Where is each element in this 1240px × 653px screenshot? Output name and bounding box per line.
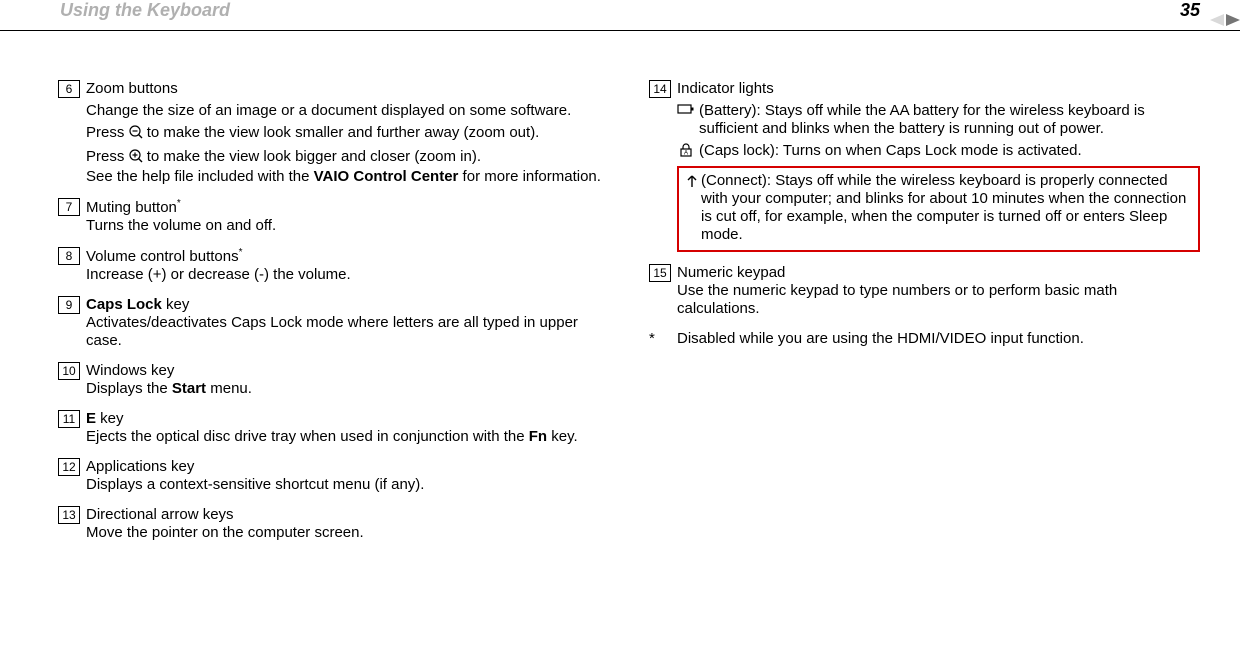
- nav-next-icon: [1226, 14, 1240, 26]
- num-13: 13: [58, 506, 80, 524]
- txt: Volume control buttons: [86, 248, 239, 265]
- txt: (Caps lock): Turns on when Caps Lock mod…: [699, 142, 1082, 159]
- footnote-star: *: [649, 330, 655, 349]
- item-7-desc: Turns the volume on and off.: [86, 217, 609, 235]
- txt: (Connect): Stays off while the wireless …: [701, 172, 1186, 243]
- footnote-star: *: [239, 247, 243, 258]
- num-8: 8: [58, 247, 80, 265]
- txt: menu.: [206, 380, 252, 397]
- nav-prev-icon: [1210, 14, 1224, 26]
- item-6-p4: See the help file included with the VAIO…: [86, 168, 609, 186]
- item-15: 15 Numeric keypad Use the numeric keypad…: [649, 264, 1200, 318]
- txt-bold: Start: [172, 380, 206, 397]
- txt: Press: [86, 124, 129, 141]
- item-14-title: Indicator lights: [677, 80, 774, 97]
- item-6-title: Zoom buttons: [86, 80, 609, 98]
- txt: key.: [547, 428, 578, 445]
- right-column: 14 Indicator lights (Battery): Stays off…: [649, 80, 1200, 643]
- txt: Muting button: [86, 199, 177, 216]
- num-11: 11: [58, 410, 80, 428]
- battery-icon: [677, 103, 695, 115]
- item-11-desc: Ejects the optical disc drive tray when …: [86, 428, 609, 446]
- item-13-title: Directional arrow keys: [86, 506, 234, 523]
- item-6-p2: Press to make the view look smaller and …: [86, 124, 609, 144]
- item-8: 8 Volume control buttons* Increase (+) o…: [58, 247, 609, 284]
- item-11: 11 E key Ejects the optical disc drive t…: [58, 410, 609, 446]
- item-15-desc: Use the numeric keypad to type numbers o…: [677, 282, 1200, 318]
- svg-text:A: A: [684, 151, 688, 157]
- txt: key: [96, 410, 124, 427]
- txt: key: [162, 296, 190, 313]
- item-6: 6 Zoom buttons Change the size of an ima…: [58, 80, 609, 186]
- num-10: 10: [58, 362, 80, 380]
- page-number: 35: [1180, 0, 1200, 21]
- connect-icon: [683, 173, 701, 187]
- item-9-title: Caps Lock key: [86, 296, 189, 313]
- num-12: 12: [58, 458, 80, 476]
- indicator-caps: A (Caps lock): Turns on when Caps Lock m…: [677, 142, 1200, 160]
- txt: Press: [86, 148, 129, 165]
- item-7: 7 Muting button* Turns the volume on and…: [58, 198, 609, 235]
- page-header: Using the Keyboard 35: [0, 0, 1240, 24]
- item-13-desc: Move the pointer on the computer screen.: [86, 524, 609, 542]
- txt: (Battery): Stays off while the AA batter…: [699, 102, 1145, 137]
- txt-bold: Caps Lock: [86, 296, 162, 313]
- item-10: 10 Windows key Displays the Start menu.: [58, 362, 609, 398]
- footnote: * Disabled while you are using the HDMI/…: [649, 330, 1200, 349]
- item-8-desc: Increase (+) or decrease (-) the volume.: [86, 266, 609, 284]
- footnote-text: Disabled while you are using the HDMI/VI…: [677, 330, 1084, 347]
- section-title: Using the Keyboard: [60, 0, 230, 21]
- txt-bold: Fn: [529, 428, 547, 445]
- item-13: 13 Directional arrow keys Move the point…: [58, 506, 609, 542]
- zoom-in-icon: [129, 149, 143, 168]
- txt: Displays the: [86, 380, 172, 397]
- left-column: 6 Zoom buttons Change the size of an ima…: [58, 80, 609, 643]
- item-12: 12 Applications key Displays a context-s…: [58, 458, 609, 494]
- item-6-p3: Press to make the view look bigger and c…: [86, 148, 609, 168]
- txt-bold: VAIO Control Center: [314, 168, 459, 185]
- item-12-title: Applications key: [86, 458, 194, 475]
- txt: See the help file included with the: [86, 168, 314, 185]
- item-12-desc: Displays a context-sensitive shortcut me…: [86, 476, 609, 494]
- indicator-battery: (Battery): Stays off while the AA batter…: [677, 102, 1200, 138]
- indicator-connect-highlight: (Connect): Stays off while the wireless …: [677, 166, 1200, 252]
- item-11-title: E key: [86, 410, 124, 427]
- zoom-out-icon: [129, 125, 143, 144]
- item-15-title: Numeric keypad: [677, 264, 785, 281]
- txt: to make the view look smaller and furthe…: [147, 124, 540, 141]
- item-14: 14 Indicator lights (Battery): Stays off…: [649, 80, 1200, 252]
- num-6: 6: [58, 80, 80, 98]
- item-8-title: Volume control buttons*: [86, 248, 243, 265]
- txt: to make the view look bigger and closer …: [147, 148, 481, 165]
- caps-lock-icon: A: [677, 143, 695, 157]
- item-7-title: Muting button*: [86, 199, 181, 216]
- item-9-desc: Activates/deactivates Caps Lock mode whe…: [86, 314, 609, 350]
- num-7: 7: [58, 198, 80, 216]
- num-14: 14: [649, 80, 671, 98]
- txt: Ejects the optical disc drive tray when …: [86, 428, 529, 445]
- item-6-p1: Change the size of an image or a documen…: [86, 102, 609, 120]
- item-9: 9 Caps Lock key Activates/deactivates Ca…: [58, 296, 609, 350]
- num-15: 15: [649, 264, 671, 282]
- item-10-desc: Displays the Start menu.: [86, 380, 609, 398]
- footnote-star: *: [177, 198, 181, 209]
- num-9: 9: [58, 296, 80, 314]
- content-body: 6 Zoom buttons Change the size of an ima…: [58, 80, 1200, 643]
- header-rule: [0, 30, 1240, 31]
- txt-bold: E: [86, 410, 96, 427]
- txt: for more information.: [458, 168, 601, 185]
- item-10-title: Windows key: [86, 362, 174, 379]
